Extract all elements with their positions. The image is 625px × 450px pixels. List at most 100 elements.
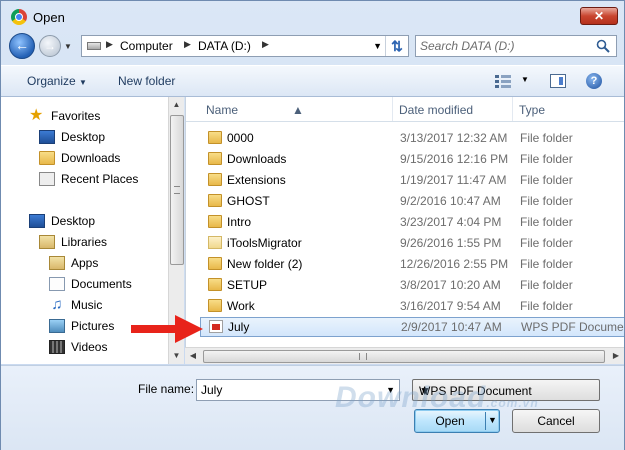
nav-label: Music <box>71 298 103 312</box>
folder-icon <box>208 299 222 312</box>
grip-icon <box>174 186 180 194</box>
file-type: File folder <box>520 257 573 271</box>
search-input[interactable] <box>420 38 590 54</box>
desktop-icon <box>39 130 55 144</box>
music-icon: ♫ <box>51 296 63 313</box>
scroll-left-icon[interactable]: ◀ <box>185 348 201 364</box>
nav-label: Libraries <box>61 235 108 249</box>
scroll-down-icon[interactable]: ▼ <box>169 348 184 364</box>
file-date: 2/9/2017 10:47 AM <box>401 320 502 334</box>
breadcrumb-separator-icon[interactable]: ▶ <box>184 39 191 50</box>
file-row[interactable]: GHOST 9/2/2016 10:47 AM File folder <box>200 191 624 211</box>
file-date: 1/19/2017 11:47 AM <box>400 173 507 187</box>
chevron-down-icon: ▼ <box>79 78 87 87</box>
breadcrumb-data-drive[interactable]: DATA (D:) <box>198 39 251 53</box>
scrollbar-thumb[interactable] <box>170 115 184 265</box>
file-row[interactable]: SETUP 3/8/2017 10:20 AM File folder <box>200 275 624 295</box>
refresh-icon[interactable]: ⇅ <box>385 36 408 56</box>
file-row[interactable]: Work 3/16/2017 9:54 AM File folder <box>200 296 624 316</box>
scrollbar-thumb[interactable] <box>203 350 605 363</box>
file-type: File folder <box>520 152 573 166</box>
file-list-horizontal-scrollbar[interactable]: ◀ ▶ <box>185 347 624 364</box>
file-list: ▲ Name Date modified Type 0000 3/13/2017… <box>185 97 624 364</box>
apps-icon <box>49 256 65 270</box>
column-date-modified[interactable]: Date modified <box>399 103 473 117</box>
file-row[interactable]: Extensions 1/19/2017 11:47 AM File folde… <box>200 170 624 190</box>
preview-pane-icon[interactable] <box>550 74 566 88</box>
search-box[interactable] <box>415 35 617 57</box>
open-options-dropdown-icon[interactable]: ▼ <box>488 415 497 425</box>
folder-icon <box>208 257 222 270</box>
file-name: SETUP <box>227 278 268 292</box>
watermark-text: Download <box>335 381 487 414</box>
column-divider[interactable] <box>392 97 393 121</box>
grip-icon <box>359 353 367 360</box>
nav-label: Apps <box>71 256 99 270</box>
open-dialog: Open ✕ ← → ▼ ▶ Computer ▶ DATA (D:) ▶ ▼ … <box>0 0 625 450</box>
nav-label: Desktop <box>51 214 96 228</box>
organize-button[interactable]: Organize ▼ <box>27 74 87 88</box>
breadcrumb-separator-icon[interactable]: ▶ <box>106 39 113 50</box>
file-type: File folder <box>520 215 573 229</box>
scroll-right-icon[interactable]: ▶ <box>608 348 624 364</box>
folder-light-icon <box>208 236 222 249</box>
address-dropdown-icon[interactable]: ▼ <box>373 41 382 51</box>
videos-icon <box>49 340 65 354</box>
desktop-icon <box>29 214 45 228</box>
folder-icon <box>208 131 222 144</box>
help-icon[interactable]: ? <box>586 73 602 89</box>
red-arrow-icon <box>131 315 203 343</box>
file-row-selected[interactable]: July 2/9/2017 10:47 AM WPS PDF Docume... <box>200 317 624 337</box>
breadcrumb-computer[interactable]: Computer <box>120 39 173 53</box>
search-icon[interactable] <box>596 39 610 53</box>
address-bar[interactable]: ▶ Computer ▶ DATA (D:) ▶ ▼ ⇅ <box>81 35 409 57</box>
folder-icon <box>208 152 222 165</box>
download-watermark: Download.com.vn <box>335 381 539 415</box>
open-button-label: Open <box>435 414 465 428</box>
file-type: File folder <box>520 278 573 292</box>
sort-ascending-icon: ▲ <box>292 103 304 117</box>
file-row[interactable]: iToolsMigrator 9/26/2016 1:55 PM File fo… <box>200 233 624 253</box>
star-icon: ★ <box>29 107 44 124</box>
navigation-bar: ← → ▼ ▶ Computer ▶ DATA (D:) ▶ ▼ ⇅ <box>1 31 624 63</box>
forward-button[interactable]: → <box>39 35 61 57</box>
file-date: 9/15/2016 12:16 PM <box>400 152 509 166</box>
window-title: Open <box>33 10 65 25</box>
pdf-file-icon <box>209 320 223 333</box>
recent-places-icon <box>39 172 55 186</box>
nav-label: Recent Places <box>61 172 139 186</box>
close-button[interactable]: ✕ <box>580 7 618 25</box>
column-type[interactable]: Type <box>519 103 545 117</box>
view-options-icon[interactable] <box>495 74 511 88</box>
recent-locations-dropdown[interactable]: ▼ <box>64 42 72 51</box>
back-button[interactable]: ← <box>9 33 35 59</box>
view-dropdown-icon[interactable]: ▼ <box>521 75 529 84</box>
file-row[interactable]: Intro 3/23/2017 4:04 PM File folder <box>200 212 624 232</box>
file-row[interactable]: 0000 3/13/2017 12:32 AM File folder <box>200 128 624 148</box>
file-date: 3/16/2017 9:54 AM <box>400 299 501 313</box>
new-folder-button[interactable]: New folder <box>118 74 175 88</box>
file-row[interactable]: Downloads 9/15/2016 12:16 PM File folder <box>200 149 624 169</box>
file-date: 3/8/2017 10:20 AM <box>400 278 501 292</box>
file-type: File folder <box>520 173 573 187</box>
file-name: New folder (2) <box>227 257 303 271</box>
file-date: 9/2/2016 10:47 AM <box>400 194 501 208</box>
column-divider[interactable] <box>512 97 513 121</box>
folder-icon <box>208 173 222 186</box>
folder-icon <box>208 278 222 291</box>
file-date: 12/26/2016 2:55 PM <box>400 257 509 271</box>
organize-label: Organize <box>27 74 76 88</box>
nav-label: Downloads <box>61 151 121 165</box>
file-date: 3/23/2017 4:04 PM <box>400 215 502 229</box>
column-name[interactable]: Name <box>206 103 238 117</box>
nav-label: Documents <box>71 277 132 291</box>
file-date: 9/26/2016 1:55 PM <box>400 236 502 250</box>
scroll-up-icon[interactable]: ▲ <box>169 97 184 113</box>
title-bar[interactable]: Open ✕ <box>1 1 624 31</box>
file-row[interactable]: New folder (2) 12/26/2016 2:55 PM File f… <box>200 254 624 274</box>
drive-icon <box>87 42 101 50</box>
breadcrumb-separator-icon[interactable]: ▶ <box>262 39 269 50</box>
command-toolbar: Organize ▼ New folder ▼ ? <box>1 65 624 97</box>
file-date: 3/13/2017 12:32 AM <box>400 131 508 145</box>
file-name: Extensions <box>227 173 286 187</box>
